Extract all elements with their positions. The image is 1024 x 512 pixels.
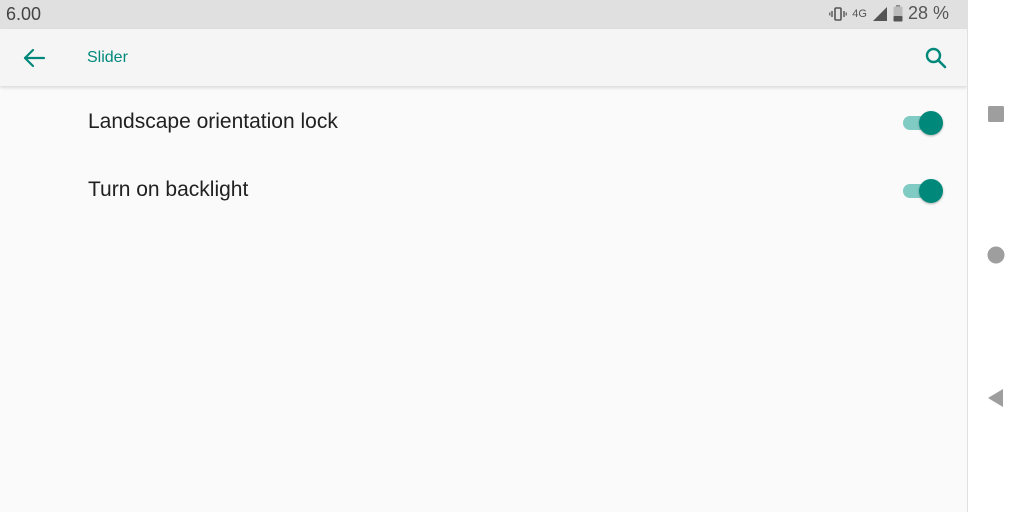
signal-icon [872, 6, 887, 21]
nav-back-button[interactable] [984, 386, 1008, 410]
backlight-switch[interactable] [903, 179, 943, 203]
status-bar: 6.00 4G 28 % [0, 0, 967, 29]
setting-row-backlight[interactable]: Turn on backlight [0, 156, 967, 224]
back-button[interactable] [20, 44, 48, 72]
setting-label: Landscape orientation lock [88, 110, 338, 133]
network-type: 4G [852, 7, 867, 20]
setting-label: Turn on backlight [88, 178, 249, 201]
settings-list: Landscape orientation lock Turn on backl… [0, 88, 967, 224]
home-button[interactable] [984, 243, 1008, 267]
back-icon [988, 389, 1003, 407]
switch-thumb [919, 179, 943, 203]
arrow-back-icon [23, 48, 46, 68]
switch-thumb [919, 111, 943, 135]
battery-percent: 28 % [907, 3, 949, 23]
status-icons: 4G 28 % [829, 3, 949, 24]
landscape-lock-switch[interactable] [903, 111, 943, 135]
search-button[interactable] [922, 44, 950, 72]
search-icon [925, 47, 947, 69]
system-nav-bar [967, 0, 1024, 512]
app-bar: Slider [0, 29, 967, 86]
vibrate-icon [829, 6, 848, 21]
setting-row-landscape-lock[interactable]: Landscape orientation lock [0, 88, 967, 156]
page-title: Slider [87, 49, 128, 66]
recents-icon [988, 106, 1004, 122]
battery-icon [893, 5, 903, 22]
status-time: 6.00 [6, 4, 42, 24]
app-screen: 6.00 4G 28 % Slider Landscape orientatio… [0, 0, 967, 512]
home-icon [987, 246, 1005, 264]
recents-button[interactable] [984, 102, 1008, 126]
